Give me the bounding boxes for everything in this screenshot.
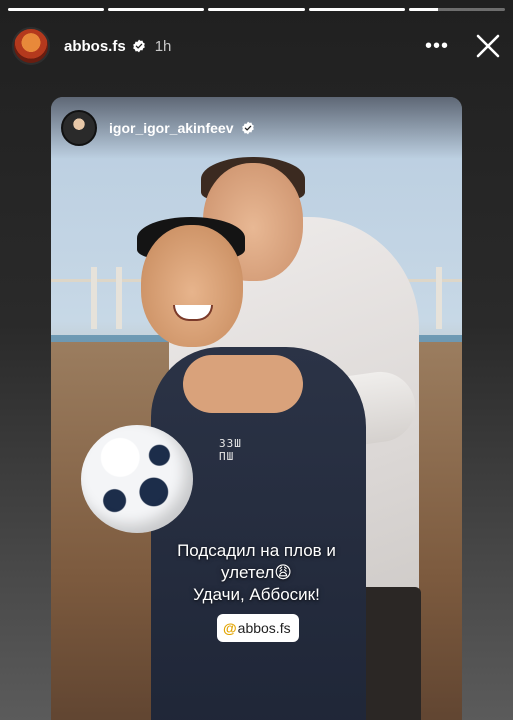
progress-segment: [108, 8, 205, 11]
verified-badge-icon: [241, 121, 254, 135]
author-avatar[interactable]: [12, 27, 50, 65]
shared-author-avatar[interactable]: [61, 110, 97, 146]
caption-line: Удачи, Аббосик!: [193, 585, 320, 604]
progress-segment: [8, 8, 105, 11]
more-options-icon[interactable]: •••: [425, 36, 449, 56]
caption-line: улетел😩: [220, 563, 293, 582]
shared-post-card[interactable]: 33Ш ПШ igor_igor_akinfeev Подсадил на пл…: [51, 97, 462, 720]
football: [81, 425, 193, 533]
progress-segment: [208, 8, 305, 11]
progress-segment: [308, 8, 405, 11]
story-viewer[interactable]: abbos.fs 1h ••• 33Ш ПШ igor_igor_akinfee…: [0, 0, 513, 720]
post-time: 1h: [154, 37, 172, 55]
verified-badge-icon: [132, 39, 145, 53]
jacket-print: 33Ш ПШ: [219, 437, 242, 463]
close-icon[interactable]: [475, 33, 501, 59]
mention-at-symbol: @: [223, 620, 237, 636]
story-caption: Подсадил на плов и улетел😩 Удачи, Аббоси…: [51, 540, 462, 606]
hands: [183, 355, 303, 413]
story-header: abbos.fs 1h •••: [12, 22, 501, 70]
shared-author-username[interactable]: igor_igor_akinfeev: [109, 120, 234, 136]
mention-username: abbos.fs: [237, 620, 291, 636]
mention-sticker[interactable]: @ abbos.fs: [217, 614, 299, 642]
progress-segment: [408, 8, 506, 11]
story-progress-bar: [8, 8, 506, 11]
author-username[interactable]: abbos.fs: [64, 38, 126, 55]
caption-line: Подсадил на плов и: [177, 541, 336, 560]
boy-face: [141, 225, 243, 347]
shared-post-header: igor_igor_akinfeev: [51, 97, 462, 159]
